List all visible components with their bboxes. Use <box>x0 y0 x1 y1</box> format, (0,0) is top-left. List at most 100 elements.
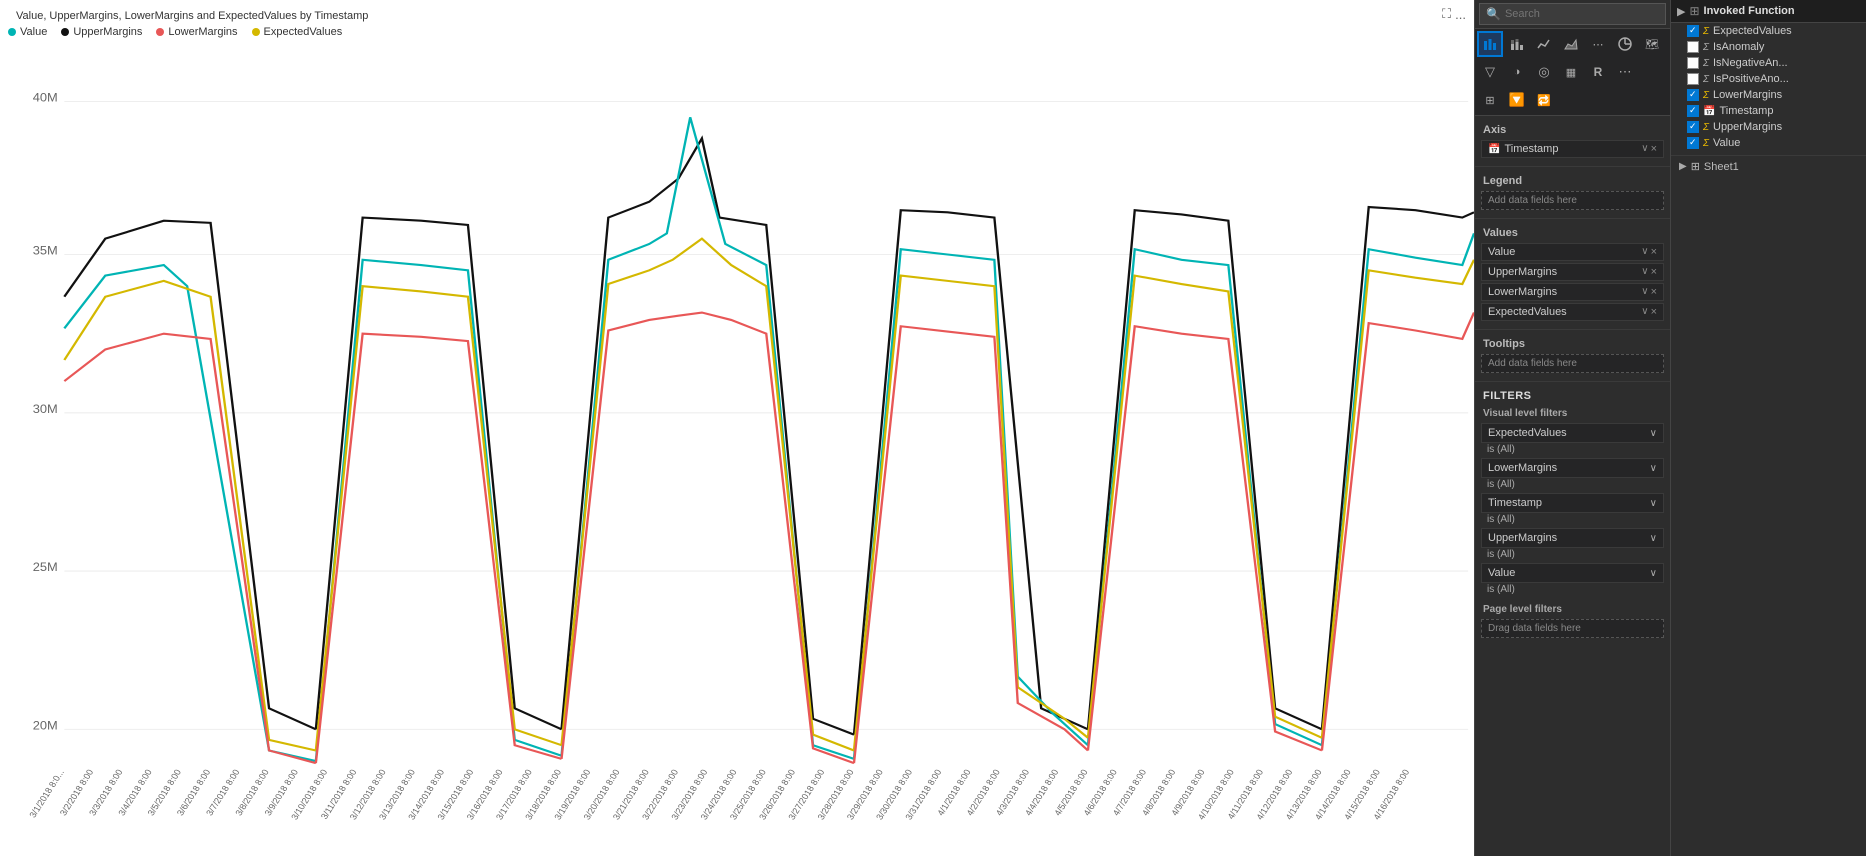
legend-dot-uppermargins <box>61 28 69 36</box>
legend-uppermargins: UpperMargins <box>61 26 142 38</box>
svg-text:25M: 25M <box>33 561 58 574</box>
search-input[interactable] <box>1505 8 1659 20</box>
checkbox-ispositiveano[interactable] <box>1687 73 1699 85</box>
axis-dropdown-icon[interactable]: ∨ <box>1641 143 1648 155</box>
checkbox-lowermargins[interactable] <box>1687 89 1699 101</box>
timestamp-calendar-icon: 📅 <box>1488 144 1500 155</box>
filter-timestamp[interactable]: Timestamp ∨ is (All) <box>1481 493 1664 526</box>
chart-legend: Value UpperMargins LowerMargins Expected… <box>0 24 1474 42</box>
field-isanomaly[interactable]: Σ IsAnomaly <box>1671 39 1866 55</box>
table-icon[interactable]: ▦ <box>1558 59 1584 85</box>
expectedvalues-field: ExpectedValues <box>1488 306 1567 318</box>
gauge-icon[interactable]: ◑ <box>1504 59 1530 85</box>
tooltips-drop-zone[interactable]: Add data fields here <box>1481 354 1664 373</box>
lowermargins-remove[interactable]: × <box>1651 286 1657 298</box>
donut-icon[interactable]: ◎ <box>1531 59 1557 85</box>
field-expectedvalues[interactable]: Σ ExpectedValues <box>1671 23 1866 39</box>
legend-value: Value <box>8 26 47 38</box>
svg-text:40M: 40M <box>33 91 58 104</box>
page-level-filters-label: Page level filters <box>1475 598 1670 617</box>
legend-dot-value <box>8 28 16 36</box>
lowermargins-field: LowerMargins <box>1488 286 1557 298</box>
field-uppermargins[interactable]: Σ UpperMargins <box>1671 119 1866 135</box>
visual-level-filters-label: Visual level filters <box>1475 406 1670 421</box>
funnel-icon[interactable]: ▽ <box>1477 59 1503 85</box>
field-isnegativean[interactable]: Σ IsNegativeAn... <box>1671 55 1866 71</box>
sheet1-item[interactable]: ▶ ⊞ Sheet1 <box>1671 155 1866 177</box>
stacked-bar-icon[interactable] <box>1504 31 1530 57</box>
filter-uppermargins[interactable]: UpperMargins ∨ is (All) <box>1481 528 1664 561</box>
value-remove[interactable]: × <box>1651 246 1657 258</box>
expand-sheet1-icon[interactable]: ▶ <box>1679 161 1687 172</box>
value-field: Value <box>1488 246 1515 258</box>
values-label: Values <box>1475 223 1670 241</box>
uppermargins-dropdown[interactable]: ∨ <box>1641 266 1648 278</box>
field-lowermargins[interactable]: Σ LowerMargins <box>1671 87 1866 103</box>
legend-dot-expectedvalues <box>252 28 260 36</box>
sigma-icon-lowermargins: Σ <box>1703 90 1709 101</box>
checkbox-isanomaly[interactable] <box>1687 41 1699 53</box>
checkbox-expectedvalues[interactable] <box>1687 25 1699 37</box>
field-value[interactable]: Σ Value <box>1671 135 1866 151</box>
invoked-function-title: Invoked Function <box>1704 5 1795 17</box>
line-chart-icon[interactable] <box>1531 31 1557 57</box>
chart-svg-container: 40M 35M 30M 25M 20M <box>0 54 1474 856</box>
axis-field-value: Timestamp <box>1504 143 1558 155</box>
sigma-icon-expectedvalues: Σ <box>1703 26 1709 37</box>
sigma-icon-ispositiveano: Σ <box>1703 74 1709 85</box>
checkbox-uppermargins[interactable] <box>1687 121 1699 133</box>
checkbox-timestamp[interactable] <box>1687 105 1699 117</box>
legend-expectedvalues: ExpectedValues <box>252 26 343 38</box>
uppermargins-remove[interactable]: × <box>1651 266 1657 278</box>
sigma-icon-isnegativean: Σ <box>1703 58 1709 69</box>
analytics-icon[interactable]: 🔁 <box>1531 87 1557 113</box>
uppermargins-field: UpperMargins <box>1488 266 1557 278</box>
legend-lowermargins: LowerMargins <box>156 26 237 38</box>
bar-chart-icon[interactable] <box>1477 31 1503 57</box>
tooltips-label: Tooltips <box>1475 334 1670 352</box>
expand-tree-icon[interactable]: ▶ <box>1677 5 1685 18</box>
format-icon[interactable]: 🔽 <box>1504 87 1530 113</box>
sheet1-db-icon: ⊞ <box>1691 160 1700 173</box>
calendar-icon-timestamp: 📅 <box>1703 106 1715 117</box>
search-bar[interactable]: 🔍 <box>1479 3 1666 25</box>
page-level-drop-zone[interactable]: Drag data fields here <box>1481 619 1664 638</box>
svg-text:30M: 30M <box>33 402 58 415</box>
filter-value[interactable]: Value ∨ is (All) <box>1481 563 1664 596</box>
legend-drop-zone[interactable]: Add data fields here <box>1481 191 1664 210</box>
chart-area: Value, UpperMargins, LowerMargins and Ex… <box>0 0 1474 856</box>
expectedvalues-remove[interactable]: × <box>1651 306 1657 318</box>
r-icon[interactable]: R <box>1585 59 1611 85</box>
axis-label: Axis <box>1475 120 1670 138</box>
search-icon: 🔍 <box>1486 7 1501 21</box>
checkbox-value[interactable] <box>1687 137 1699 149</box>
svg-text:20M: 20M <box>33 719 58 732</box>
more-visuals-icon[interactable]: ⋯ <box>1612 59 1638 85</box>
expectedvalues-dropdown[interactable]: ∨ <box>1641 306 1648 318</box>
svg-text:35M: 35M <box>33 244 58 257</box>
legend-dot-lowermargins <box>156 28 164 36</box>
value-dropdown[interactable]: ∨ <box>1641 246 1648 258</box>
field-timestamp[interactable]: 📅 Timestamp <box>1671 103 1866 119</box>
area-chart-icon[interactable] <box>1558 31 1584 57</box>
sigma-icon-uppermargins: Σ <box>1703 122 1709 133</box>
axis-remove-icon[interactable]: × <box>1651 143 1657 155</box>
filters-title: FILTERS <box>1475 386 1670 406</box>
checkbox-isnegativean[interactable] <box>1687 57 1699 69</box>
fields-icon[interactable]: ⊞ <box>1477 87 1503 113</box>
chart-svg: 40M 35M 30M 25M 20M <box>0 54 1474 856</box>
filter-lowermargins[interactable]: LowerMargins ∨ is (All) <box>1481 458 1664 491</box>
lowermargins-dropdown[interactable]: ∨ <box>1641 286 1648 298</box>
table-db-icon: ⊞ <box>1689 4 1699 18</box>
expand-icon[interactable]: ⛶ <box>1442 6 1451 22</box>
main-container: Value, UpperMargins, LowerMargins and Ex… <box>0 0 1866 856</box>
pie-chart-icon[interactable] <box>1612 31 1638 57</box>
more-options-icon[interactable]: ... <box>1455 6 1466 22</box>
legend-label: Legend <box>1475 171 1670 189</box>
scatter-chart-icon[interactable]: ⋯ <box>1585 31 1611 57</box>
sigma-icon-value: Σ <box>1703 138 1709 149</box>
field-ispositiveano[interactable]: Σ IsPositiveAno... <box>1671 71 1866 87</box>
sigma-icon-isanomaly: Σ <box>1703 42 1709 53</box>
filter-expectedvalues[interactable]: ExpectedValues ∨ is (All) <box>1481 423 1664 456</box>
map-icon[interactable]: 🗺 <box>1639 31 1665 57</box>
